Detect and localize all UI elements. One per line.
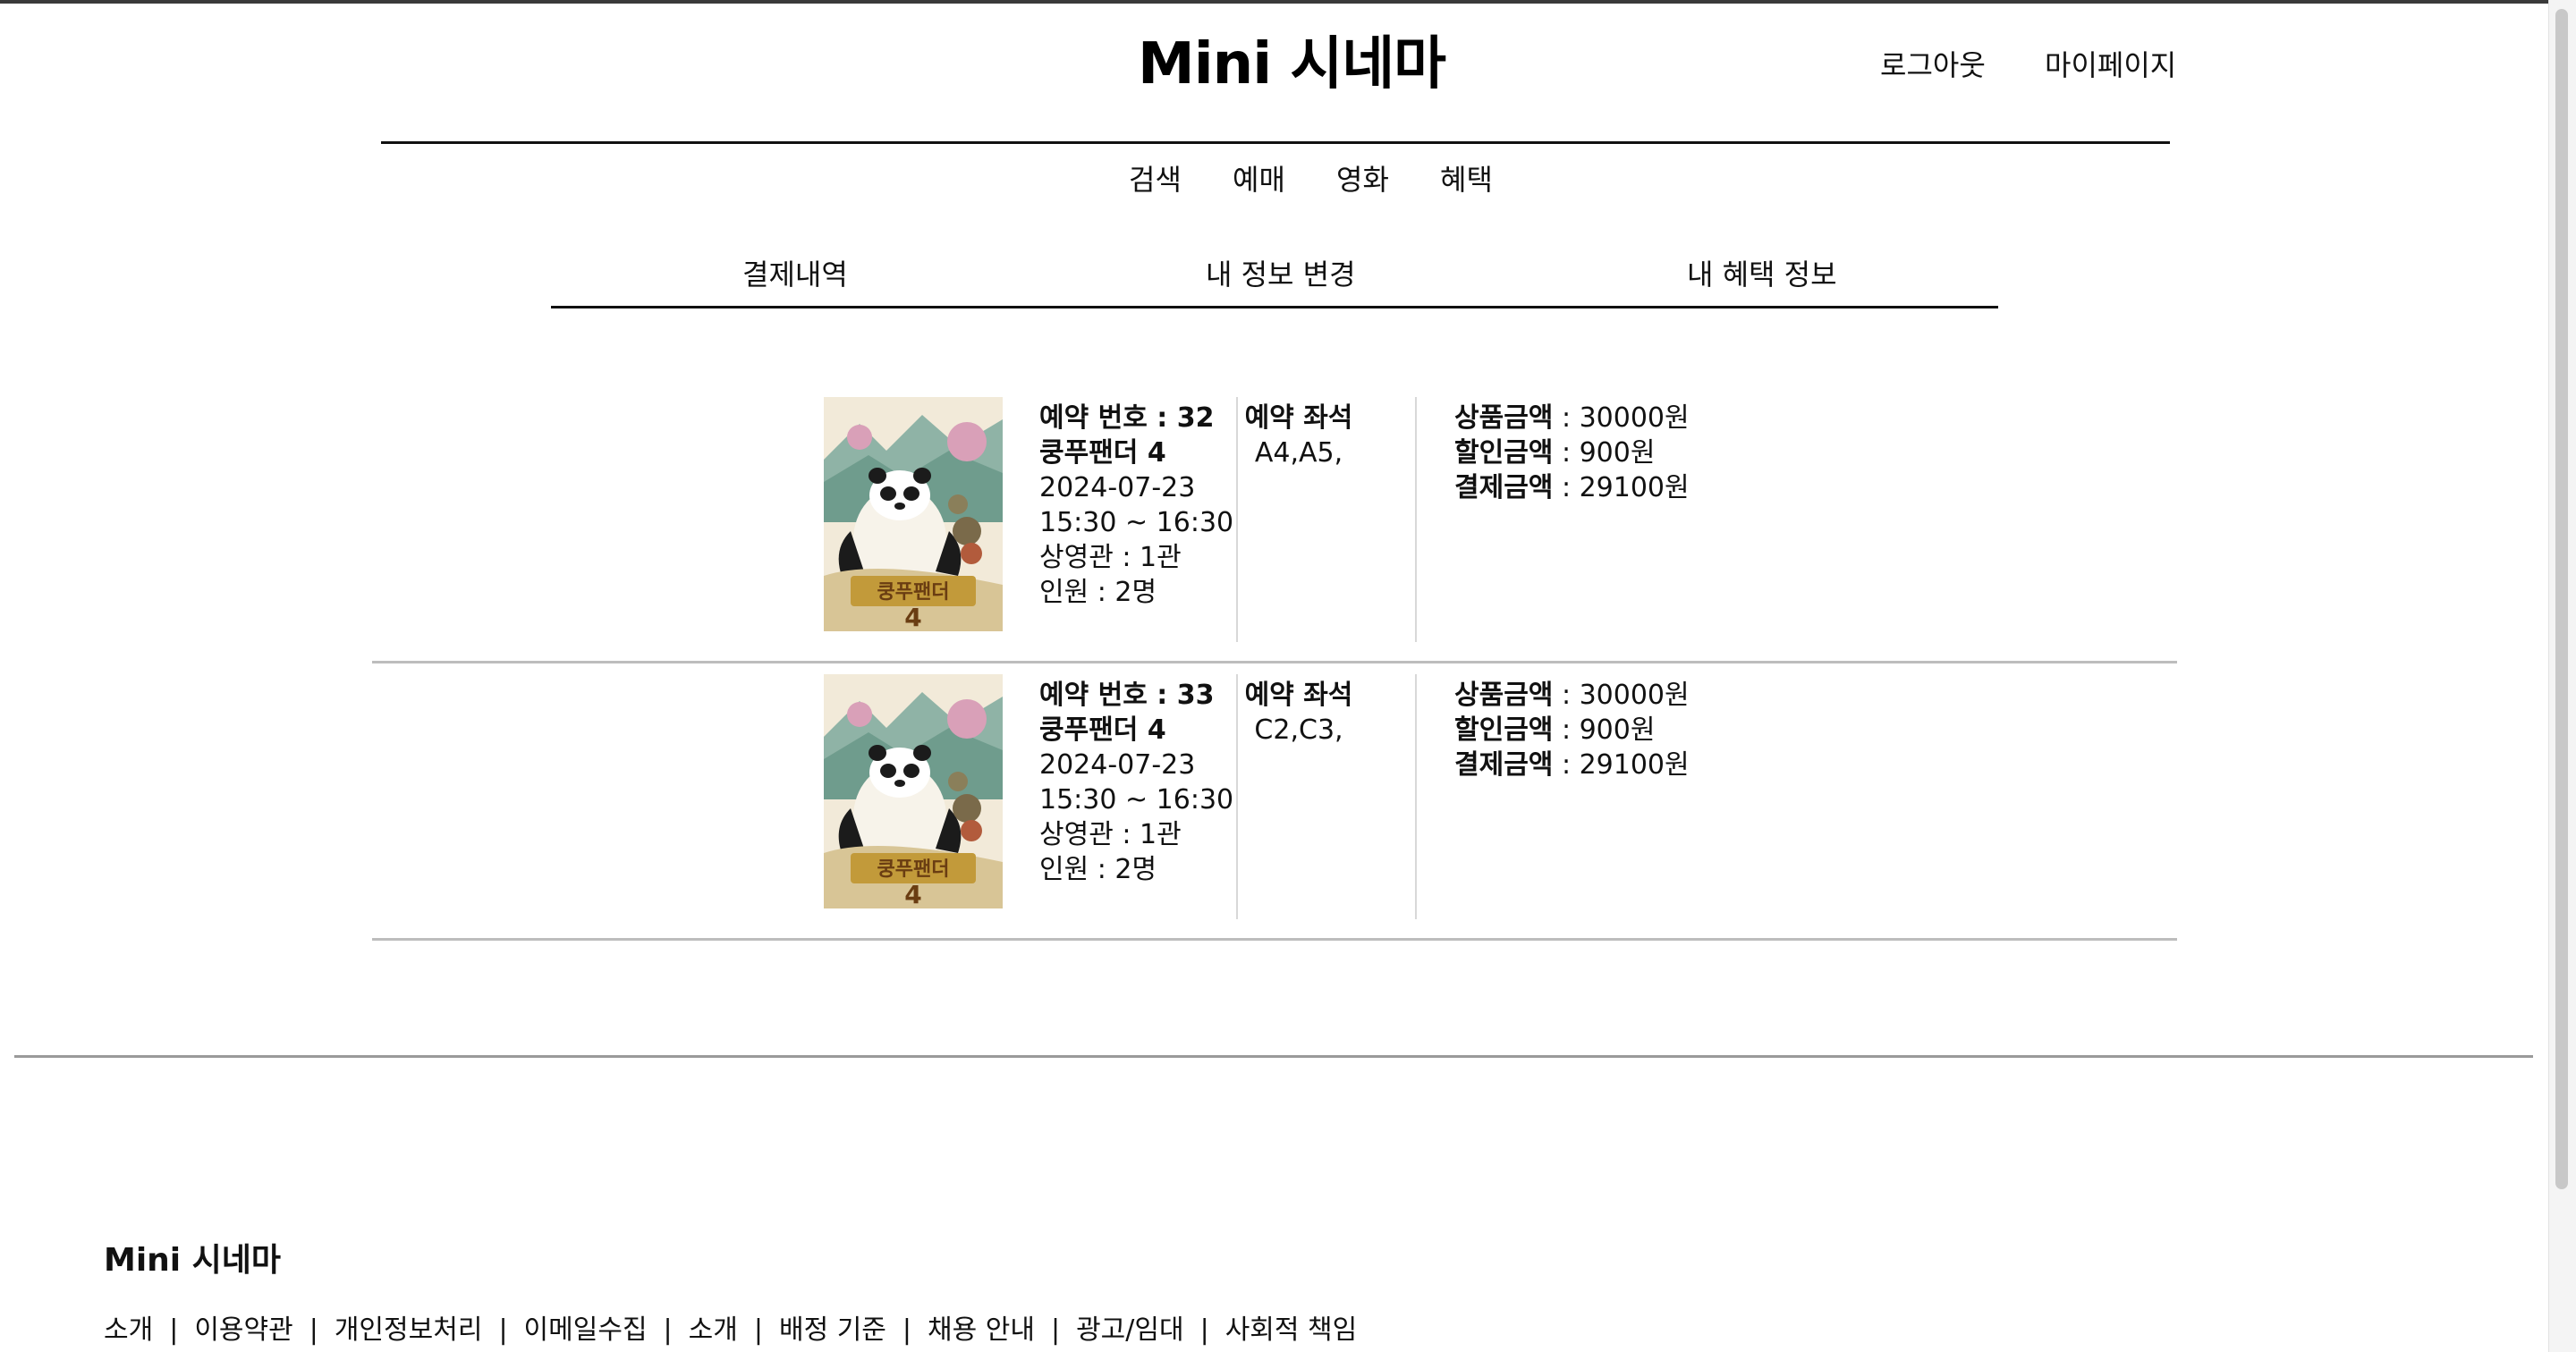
poster-title-text: 쿵푸팬더 — [877, 858, 950, 881]
price-value: : 30000원 — [1553, 402, 1690, 434]
price-info: 상품금액 : 30000원 할인금액 : 900원 결제금액 : 29100원 — [1454, 401, 1690, 505]
footer-separator: | — [902, 1314, 912, 1346]
footer-separator: | — [1050, 1314, 1061, 1346]
discount-label: 할인금액 — [1454, 714, 1554, 746]
tab-my-benefits[interactable]: 내 혜택 정보 — [1687, 252, 1837, 293]
footer-link-allocation-criteria[interactable]: 배정 기준 — [779, 1314, 886, 1346]
reservation-info: 예약 번호 : 33 쿵푸팬더 4 2024-07-23 15:30 ~ 16:… — [1039, 678, 1233, 887]
tab-payment-history[interactable]: 결제내역 — [742, 252, 848, 293]
footer-link-privacy[interactable]: 개인정보처리 — [335, 1314, 483, 1346]
tab-edit-profile[interactable]: 내 정보 변경 — [1206, 252, 1356, 293]
header-divider — [381, 141, 2170, 144]
footer-links: 소개 | 이용약관 | 개인정보처리 | 이메일수집 | 소개 | 배정 기준 | 채용 안내 | 광고/임… — [104, 1307, 1357, 1347]
payment-value: : 29100원 — [1553, 749, 1690, 781]
poster-number-text: 4 — [904, 603, 921, 631]
price-label: 상품금액 — [1454, 680, 1554, 711]
seat-values: A4,A5, — [1254, 437, 1343, 469]
reservation-row: 쿵푸팬더 4 예약 번호 : 33 쿵푸팬더 4 2024-07-23 15:3… — [372, 663, 2177, 941]
movie-poster: 쿵푸팬더 4 — [824, 397, 1003, 631]
reservation-number: 예약 번호 : 32 — [1039, 402, 1215, 434]
footer-link-terms[interactable]: 이용약관 — [194, 1314, 292, 1346]
payment-value: : 29100원 — [1553, 472, 1690, 503]
theater-hall: 상영관 : 1관 — [1039, 542, 1182, 573]
discount-label: 할인금액 — [1454, 437, 1554, 469]
column-divider — [1415, 674, 1417, 919]
payment-label: 결제금액 — [1454, 749, 1554, 781]
show-date: 2024-07-23 — [1039, 472, 1196, 503]
site-logo[interactable]: Mini 시네마 — [1138, 18, 1446, 100]
movie-title: 쿵푸팬더 4 — [1039, 714, 1166, 746]
reservation-row: 쿵푸팬더 4 예약 번호 : 32 쿵푸팬더 4 2024-07-23 15:3… — [372, 386, 2177, 663]
footer-separator: | — [498, 1314, 508, 1346]
mypage-link[interactable]: 마이페이지 — [2045, 43, 2176, 84]
seat-label: 예약 좌석 — [1244, 680, 1353, 711]
footer-logo[interactable]: Mini 시네마 — [104, 1234, 281, 1280]
footer-link-social-responsibility[interactable]: 사회적 책임 — [1225, 1314, 1358, 1346]
nav-item-search[interactable]: 검색 — [1129, 157, 1182, 199]
show-time: 15:30 ~ 16:30 — [1039, 507, 1234, 538]
show-date: 2024-07-23 — [1039, 749, 1196, 781]
mypage-tabs: 결제내역 내 정보 변경 내 혜택 정보 — [551, 252, 1998, 308]
footer-link-careers[interactable]: 채용 안내 — [928, 1314, 1035, 1346]
row-divider — [372, 938, 2177, 941]
reserved-seats: 예약 좌석 C2,C3, — [1236, 678, 1361, 748]
footer-separator: | — [169, 1314, 179, 1346]
seat-label: 예약 좌석 — [1244, 402, 1353, 434]
footer-separator: | — [753, 1314, 763, 1346]
window-top-border — [0, 0, 2576, 4]
seat-values: C2,C3, — [1254, 714, 1343, 746]
reservation-info: 예약 번호 : 32 쿵푸팬더 4 2024-07-23 15:30 ~ 16:… — [1039, 401, 1233, 610]
people-count: 인원 : 2명 — [1039, 577, 1157, 608]
price-value: : 30000원 — [1553, 680, 1690, 711]
movie-poster: 쿵푸팬더 4 — [824, 674, 1003, 908]
theater-hall: 상영관 : 1관 — [1039, 819, 1182, 850]
footer-separator: | — [663, 1314, 673, 1346]
poster-title-text: 쿵푸팬더 — [877, 581, 950, 604]
nav-item-movies[interactable]: 영화 — [1336, 157, 1389, 199]
column-divider — [1415, 397, 1417, 642]
footer-link-about[interactable]: 소개 — [104, 1314, 153, 1346]
poster-number-text: 4 — [904, 880, 921, 908]
nav-item-benefits[interactable]: 혜택 — [1440, 157, 1493, 199]
reservation-number: 예약 번호 : 33 — [1039, 680, 1215, 711]
scrollbar[interactable] — [2548, 0, 2576, 1352]
price-info: 상품금액 : 30000원 할인금액 : 900원 결제금액 : 29100원 — [1454, 678, 1690, 782]
footer-divider — [14, 1055, 2533, 1058]
footer-separator: | — [1199, 1314, 1209, 1346]
payment-label: 결제금액 — [1454, 472, 1554, 503]
footer-separator: | — [309, 1314, 318, 1346]
show-time: 15:30 ~ 16:30 — [1039, 784, 1234, 815]
nav-item-booking[interactable]: 예매 — [1233, 157, 1285, 199]
discount-value: : 900원 — [1553, 437, 1656, 469]
people-count: 인원 : 2명 — [1039, 854, 1157, 885]
footer-link-advertising[interactable]: 광고/임대 — [1076, 1314, 1184, 1346]
footer-link-email-collection[interactable]: 이메일수집 — [524, 1314, 648, 1346]
footer-link-about-2[interactable]: 소개 — [689, 1314, 738, 1346]
movie-title: 쿵푸팬더 4 — [1039, 437, 1166, 469]
logout-link[interactable]: 로그아웃 — [1880, 43, 1986, 84]
reserved-seats: 예약 좌석 A4,A5, — [1236, 401, 1361, 470]
price-label: 상품금액 — [1454, 402, 1554, 434]
discount-value: : 900원 — [1553, 714, 1656, 746]
scrollbar-thumb[interactable] — [2555, 9, 2568, 1189]
